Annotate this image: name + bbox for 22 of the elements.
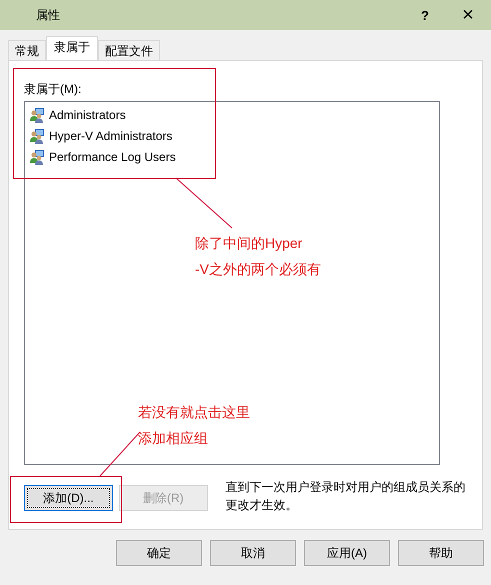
tab[interactable]: 配置文件	[98, 40, 160, 60]
leader-line	[176, 178, 232, 228]
dialog-button[interactable]: 帮助	[398, 540, 484, 566]
group-item[interactable]: Performance Log Users	[49, 150, 176, 164]
add-button[interactable]: 添加(D)...	[24, 485, 113, 511]
annotation-text: 若没有就点击这里 添加相应组	[138, 403, 250, 448]
dialog-button[interactable]: 确定	[116, 540, 202, 566]
tab[interactable]: 常规	[8, 40, 46, 60]
user-group-icon	[29, 128, 45, 144]
close-button[interactable]: ×	[445, 4, 491, 26]
info-text: 直到下一次用户登录时对用户的组成员关系的更改才生效。	[226, 479, 467, 514]
window-title: 属性	[36, 6, 61, 24]
dialog-button[interactable]: 应用(A)	[304, 540, 390, 566]
annotation-text: 除了中间的Hyper -V之外的两个必须有	[195, 234, 321, 279]
user-group-icon	[29, 148, 45, 164]
list-label: 隶属于(M):	[24, 81, 82, 97]
group-item[interactable]: Hyper-V Administrators	[49, 128, 172, 142]
dialog-button[interactable]: 取消	[210, 540, 296, 566]
group-item[interactable]: Administrators	[49, 108, 126, 122]
help-button[interactable]: ?	[405, 8, 445, 22]
tab[interactable]: 隶属于	[46, 36, 98, 60]
user-group-icon	[29, 106, 45, 122]
